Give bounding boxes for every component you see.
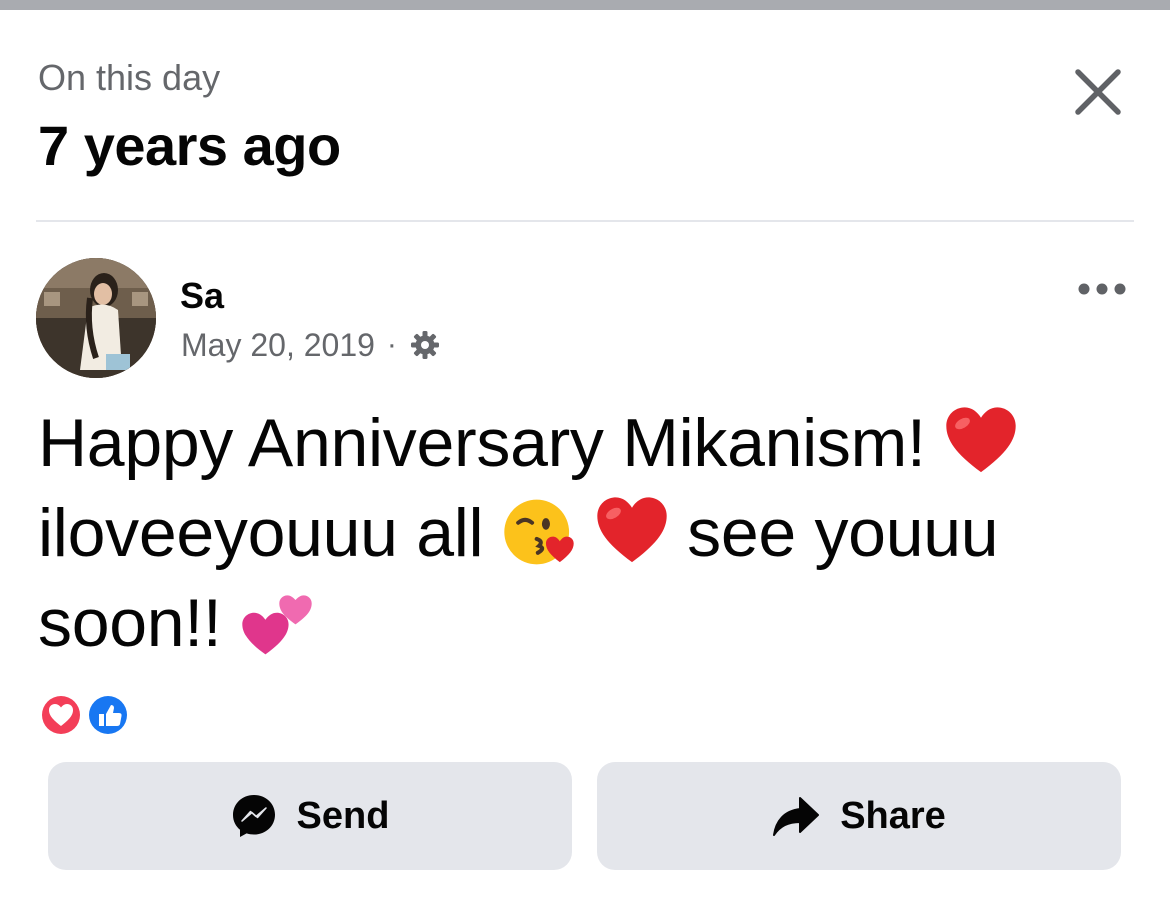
post-text-segment: iloveeyouuu all: [38, 495, 484, 571]
avatar-photo: [36, 258, 156, 378]
post-author-name[interactable]: Sa: [180, 276, 224, 316]
post-text-segment: see youuu: [687, 495, 999, 571]
share-label: Share: [840, 794, 946, 837]
more-dots-icon: [1078, 283, 1126, 295]
post-line-3: soon!!: [38, 578, 1138, 668]
send-button[interactable]: Send: [48, 762, 572, 870]
avatar[interactable]: [36, 258, 156, 378]
post-text-segment: Happy Anniversary Mikanism!: [38, 405, 926, 481]
post-meta: May 20, 2019 ·: [181, 326, 441, 364]
reaction-icons: [39, 693, 130, 737]
post-text: Happy Anniversary Mikanism! iloveeyouuu …: [38, 398, 1138, 668]
red-heart-icon: [596, 497, 667, 563]
reaction-summary[interactable]: [36, 690, 136, 740]
close-icon: [1075, 69, 1121, 115]
more-options-button[interactable]: [1074, 272, 1130, 306]
face-blowing-kiss-icon: [504, 499, 574, 565]
close-button[interactable]: [1072, 66, 1124, 118]
page-title: 7 years ago: [38, 114, 341, 177]
post-text-segment: soon!!: [38, 585, 222, 661]
red-heart-icon: [946, 407, 1016, 473]
top-divider: [0, 0, 1170, 10]
gear-icon[interactable]: [409, 329, 441, 361]
memory-header: On this day 7 years ago: [38, 58, 1138, 178]
redacted-name-area: [232, 282, 572, 310]
share-arrow-icon: [773, 797, 820, 836]
messenger-icon: [232, 795, 275, 837]
share-button[interactable]: Share: [597, 762, 1121, 870]
header-divider: [36, 220, 1134, 222]
send-label: Send: [296, 794, 390, 837]
two-hearts-icon: [242, 595, 312, 655]
meta-separator: ·: [386, 328, 397, 361]
post-line-1: Happy Anniversary Mikanism!: [38, 398, 1138, 488]
section-eyebrow: On this day: [38, 57, 221, 98]
post-date[interactable]: May 20, 2019: [181, 326, 375, 364]
post-line-2: iloveeyouuu all see youuu: [38, 488, 1138, 578]
